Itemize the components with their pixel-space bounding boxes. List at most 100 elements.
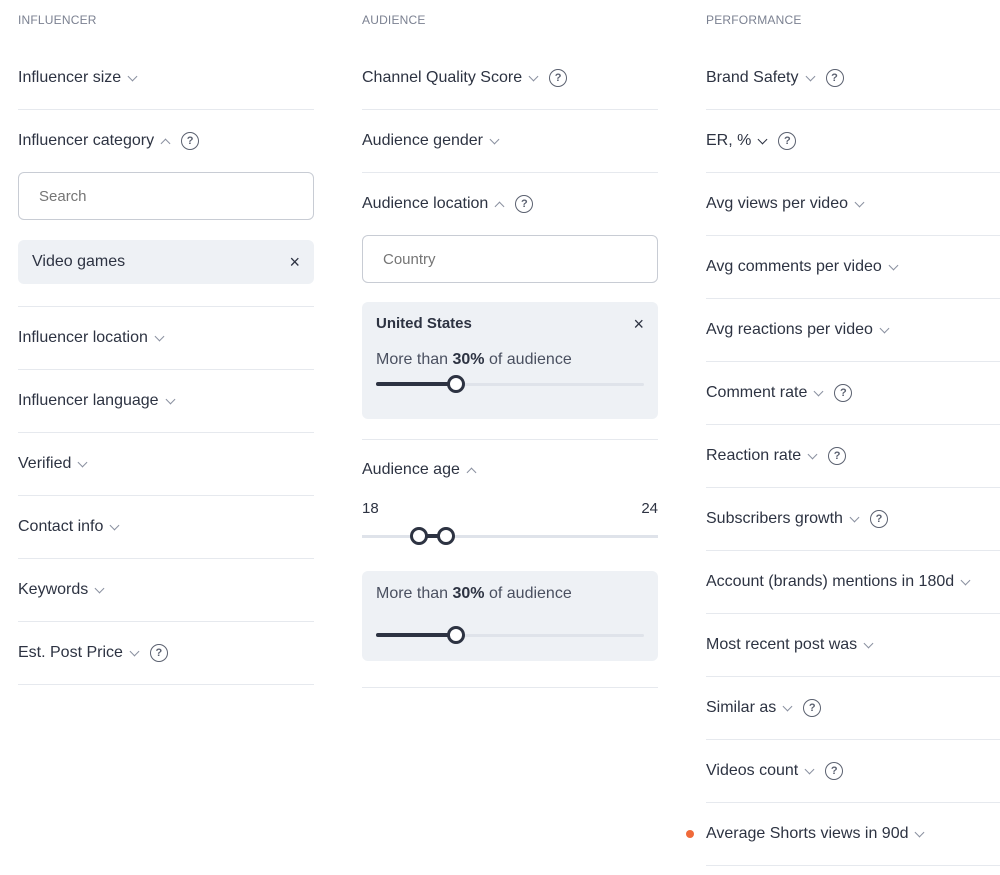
- performance-column: PERFORMANCE Brand Safety ? ER, % ? Avg v…: [686, 0, 1000, 866]
- slider-fill: [376, 633, 456, 637]
- percentage-suffix: of audience: [488, 585, 572, 602]
- influencer-heading: INFLUENCER: [18, 13, 97, 27]
- filter-influencer-size[interactable]: Influencer size: [18, 40, 314, 110]
- percentage-value: 30%: [452, 351, 485, 368]
- filter-label: Account (brands) mentions in 180d: [706, 573, 955, 590]
- filter-influencer-location[interactable]: Influencer location: [18, 307, 314, 370]
- filter-keywords[interactable]: Keywords: [18, 559, 314, 622]
- filter-label: Contact info: [18, 518, 104, 535]
- help-icon[interactable]: ?: [549, 69, 568, 87]
- new-indicator-dot: [686, 830, 694, 838]
- age-max: 24: [641, 500, 658, 517]
- chevron-down-icon: [129, 646, 140, 656]
- filter-label: Influencer size: [18, 69, 122, 86]
- age-percentage-slider[interactable]: [376, 626, 644, 644]
- chevron-up-icon: [160, 138, 171, 148]
- audience-heading: AUDIENCE: [362, 13, 426, 27]
- country-input[interactable]: [362, 235, 658, 283]
- filter-label: Videos count: [706, 762, 799, 779]
- slider-handle[interactable]: [447, 375, 465, 393]
- category-search-input[interactable]: [18, 172, 314, 220]
- chevron-down-icon: [807, 449, 818, 459]
- chevron-down-icon: [154, 331, 165, 341]
- filter-label: Verified: [18, 455, 72, 472]
- filter-avg-views[interactable]: Avg views per video: [706, 173, 1000, 236]
- percentage-prefix: More than: [376, 585, 449, 602]
- chevron-down-icon: [489, 134, 500, 144]
- percentage-text: More than 30% of audience: [376, 585, 644, 603]
- chevron-down-icon: [879, 323, 890, 333]
- filter-label: Influencer language: [18, 392, 159, 409]
- chevron-down-icon: [960, 575, 971, 585]
- close-icon[interactable]: ×: [633, 315, 644, 333]
- filter-most-recent-post[interactable]: Most recent post was: [706, 614, 1000, 677]
- help-icon[interactable]: ?: [825, 762, 844, 780]
- close-icon[interactable]: ×: [289, 253, 300, 271]
- age-percentage-card: More than 30% of audience: [362, 571, 658, 661]
- influencer-column: INFLUENCER Influencer size Influencer ca…: [18, 0, 314, 685]
- filter-influencer-language[interactable]: Influencer language: [18, 370, 314, 433]
- age-range-slider[interactable]: [362, 527, 658, 545]
- filter-verified[interactable]: Verified: [18, 433, 314, 496]
- filter-audience-age: Audience age 18 24 More than 30% of audi…: [362, 440, 658, 688]
- chevron-down-icon: [805, 71, 815, 81]
- help-icon[interactable]: ?: [149, 644, 168, 662]
- chevron-down-icon: [94, 583, 105, 593]
- help-icon[interactable]: ?: [803, 699, 822, 717]
- help-icon[interactable]: ?: [828, 447, 847, 465]
- filter-influencer-category-header[interactable]: Influencer category ?: [18, 110, 314, 172]
- chevron-down-icon: [528, 71, 539, 81]
- filter-avg-comments[interactable]: Avg comments per video: [706, 236, 1000, 299]
- chevron-down-icon: [165, 394, 176, 404]
- filter-reaction-rate[interactable]: Reaction rate ?: [706, 425, 1000, 488]
- filter-subscribers-growth[interactable]: Subscribers growth ?: [706, 488, 1000, 551]
- help-icon[interactable]: ?: [825, 69, 844, 87]
- filter-account-mentions[interactable]: Account (brands) mentions in 180d: [706, 551, 1000, 614]
- location-card: United States × More than 30% of audienc…: [362, 302, 658, 419]
- filter-label: Audience gender: [362, 132, 483, 149]
- filter-label: Brand Safety: [706, 69, 799, 86]
- filter-audience-gender[interactable]: Audience gender: [362, 110, 658, 173]
- filter-er[interactable]: ER, % ?: [706, 110, 1000, 173]
- age-min: 18: [362, 500, 379, 517]
- help-icon[interactable]: ?: [834, 384, 853, 402]
- filter-est-post-price[interactable]: Est. Post Price ?: [18, 622, 314, 685]
- location-percentage-slider[interactable]: [376, 375, 644, 393]
- help-icon[interactable]: ?: [515, 195, 534, 213]
- filter-label: Most recent post was: [706, 636, 858, 653]
- chevron-up-icon: [466, 467, 477, 477]
- chevron-down-icon: [757, 134, 768, 144]
- help-icon[interactable]: ?: [869, 510, 888, 528]
- filter-brand-safety[interactable]: Brand Safety ?: [706, 40, 1000, 110]
- percentage-suffix: of audience: [488, 351, 572, 368]
- help-icon[interactable]: ?: [778, 132, 797, 150]
- chevron-down-icon: [849, 512, 860, 522]
- filter-avg-reactions[interactable]: Avg reactions per video: [706, 299, 1000, 362]
- filter-videos-count[interactable]: Videos count ?: [706, 740, 1000, 803]
- filter-influencer-category: Influencer category ? Video games ×: [18, 110, 314, 307]
- filter-label: Audience age: [362, 461, 460, 478]
- category-chip: Video games ×: [18, 240, 314, 284]
- chevron-down-icon: [109, 520, 120, 530]
- filter-label: Channel Quality Score: [362, 69, 523, 86]
- slider-handle[interactable]: [447, 626, 465, 644]
- slider-fill: [376, 382, 456, 386]
- filter-label: Reaction rate: [706, 447, 802, 464]
- filter-contact-info[interactable]: Contact info: [18, 496, 314, 559]
- filter-audience-age-header[interactable]: Audience age: [362, 440, 658, 500]
- filter-label: Comment rate: [706, 384, 808, 401]
- filter-label: Est. Post Price: [18, 644, 123, 661]
- filter-label: Subscribers growth: [706, 510, 843, 527]
- performance-heading: PERFORMANCE: [706, 13, 802, 27]
- filter-audience-location-header[interactable]: Audience location ?: [362, 173, 658, 235]
- filter-comment-rate[interactable]: Comment rate ?: [706, 362, 1000, 425]
- chevron-up-icon: [494, 201, 505, 211]
- age-max-handle[interactable]: [437, 527, 455, 545]
- filter-average-shorts-views[interactable]: Average Shorts views in 90d: [686, 803, 1000, 866]
- age-min-handle[interactable]: [410, 527, 428, 545]
- chevron-down-icon: [813, 386, 824, 396]
- filter-similar-as[interactable]: Similar as ?: [706, 677, 1000, 740]
- filter-channel-quality-score[interactable]: Channel Quality Score ?: [362, 40, 658, 110]
- help-icon[interactable]: ?: [181, 132, 200, 150]
- filter-label: Similar as: [706, 699, 777, 716]
